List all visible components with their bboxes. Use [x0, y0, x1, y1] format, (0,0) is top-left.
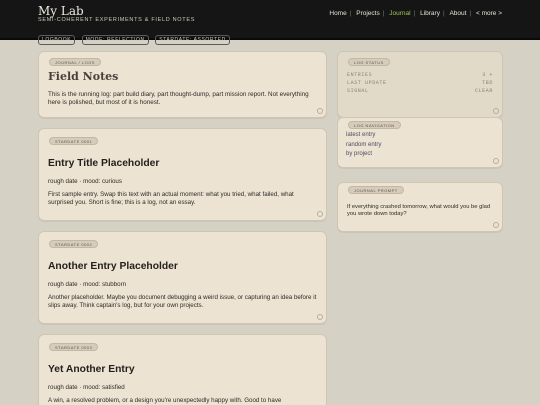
entry-body: Another placeholder. Maybe you document …: [48, 294, 317, 310]
journal-prompt-card: JOURNAL PROMPT If everything crashed tom…: [337, 182, 503, 232]
entry-meta: rough date · mood: curious: [48, 178, 122, 185]
status-key: ENTRIES: [347, 72, 373, 78]
nav-separator: |: [442, 10, 445, 17]
main-nav: Home | Projects | Journal | Library | About |…: [329, 10, 502, 17]
log-status-card: LOG STATUS ENTRIES 3 + LAST UPDATE TBD S…: [337, 51, 503, 118]
chip-stardate: STARDATE: ASSORTED: [155, 35, 230, 45]
link-by-project[interactable]: by project: [346, 151, 372, 157]
status-key: SIGNAL: [347, 88, 369, 94]
corner-dot-icon: [493, 158, 499, 164]
corner-dot-icon: [317, 108, 323, 114]
corner-dot-icon: [493, 108, 499, 114]
entry-title[interactable]: Yet Another Entry: [48, 364, 135, 375]
chip-logbook: LOGBOOK: [38, 35, 76, 45]
nav-separator: |: [413, 10, 416, 17]
entry-body: A win, a resolved problem, or a design y…: [48, 397, 282, 404]
journal-entry: STARDATE 0002 Another Entry Placeholder …: [38, 231, 327, 324]
status-chips: LOGBOOK MODE: REFLECTION STARDATE: ASSOR…: [38, 28, 232, 46]
site-subtitle: SEMI-COHERENT EXPERIMENTS & FIELD NOTES: [38, 17, 196, 23]
intro-label: JOURNAL / LOGS: [49, 58, 101, 66]
entry-title[interactable]: Entry Title Placeholder: [48, 158, 159, 169]
nav-link-library[interactable]: Library: [420, 10, 440, 17]
status-value: TBD: [482, 80, 493, 86]
entry-stardate: STARDATE 0002: [49, 240, 99, 248]
status-value: CLEAR: [474, 88, 493, 94]
entry-title[interactable]: Another Entry Placeholder: [48, 261, 178, 272]
page-title: Field Notes: [48, 70, 119, 83]
journal-entry: STARDATE 0003 Yet Another Entry rough da…: [38, 334, 327, 405]
entry-body: First sample entry. Swap this text with …: [48, 191, 294, 207]
log-navigation-label: LOG NAVIGATION: [348, 121, 401, 129]
intro-card: JOURNAL / LOGS Field Notes This is the r…: [38, 51, 327, 118]
nav-separator: |: [349, 10, 352, 17]
entry-meta: rough date · mood: satisfied: [48, 384, 125, 391]
status-key: LAST UPDATE: [347, 80, 387, 86]
site-title[interactable]: My Lab: [38, 4, 84, 18]
corner-dot-icon: [317, 314, 323, 320]
nav-separator: |: [469, 10, 472, 17]
journal-prompt-label: JOURNAL PROMPT: [348, 186, 404, 194]
status-value: 3 +: [482, 72, 493, 78]
nav-link-projects[interactable]: Projects: [356, 10, 379, 17]
nav-link-home[interactable]: Home: [329, 10, 346, 17]
entry-stardate: STARDATE 0003: [49, 343, 99, 351]
log-status-label: LOG STATUS: [348, 58, 390, 66]
log-navigation-card: LOG NAVIGATION latest entry random entry…: [337, 117, 503, 168]
link-random-entry[interactable]: random entry: [346, 142, 381, 148]
nav-link-about[interactable]: About: [449, 10, 466, 17]
intro-text: This is the running log: part build diar…: [48, 91, 309, 107]
corner-dot-icon: [317, 211, 323, 217]
site-header: My Lab SEMI-COHERENT EXPERIMENTS & FIELD…: [0, 0, 540, 45]
journal-entry: STARDATE 0001 Entry Title Placeholder ro…: [38, 128, 327, 221]
journal-prompt-text: If everything crashed tomorrow, what wou…: [347, 204, 491, 218]
link-latest-entry[interactable]: latest entry: [346, 132, 375, 138]
entry-stardate: STARDATE 0001: [49, 137, 99, 145]
nav-separator: |: [382, 10, 385, 17]
entry-meta: rough date · mood: stubborn: [48, 281, 127, 288]
nav-link-journal[interactable]: Journal: [389, 10, 410, 17]
chip-mode: MODE: REFLECTION: [81, 35, 149, 45]
nav-link-more[interactable]: < more >: [476, 10, 502, 17]
corner-dot-icon: [493, 222, 499, 228]
